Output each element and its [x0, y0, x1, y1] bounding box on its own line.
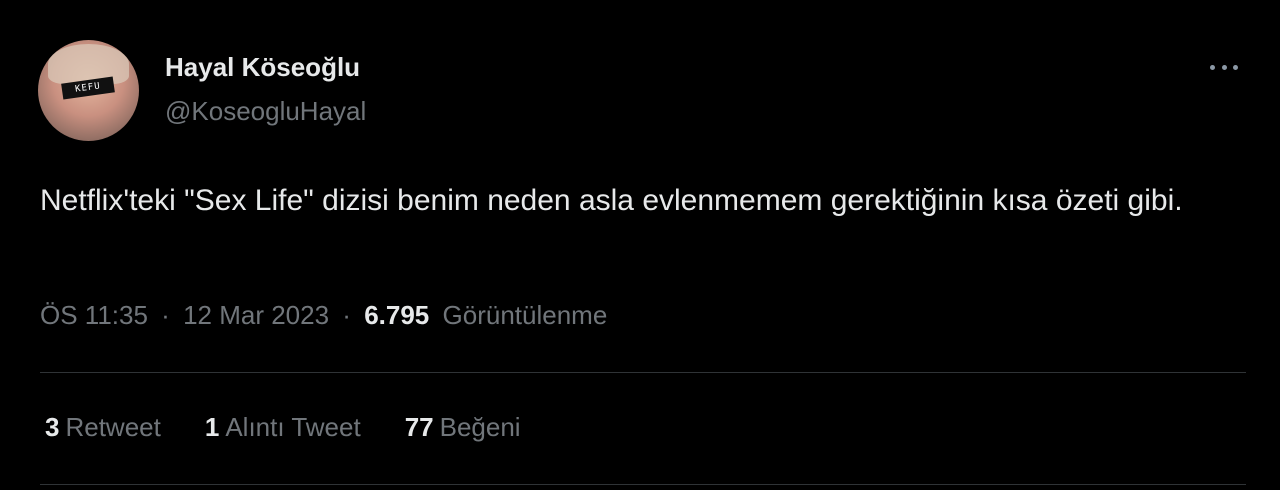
engagement-stats: 3 Retweet 1 Alıntı Tweet 77 Beğeni: [45, 412, 521, 443]
like-label: Beğeni: [439, 412, 521, 442]
quote-tweet-count: 1: [204, 412, 220, 442]
like-count: 77: [404, 412, 434, 442]
retweet-stat[interactable]: 3 Retweet: [45, 412, 161, 443]
meta-separator: ·: [161, 300, 170, 330]
tweet-text: Netflix'teki "Sex Life" dizisi benim ned…: [40, 184, 1183, 217]
like-stat[interactable]: 77 Beğeni: [405, 412, 521, 443]
dot: [1210, 64, 1215, 70]
quote-tweet-label: Alıntı Tweet: [225, 412, 361, 442]
views-label: Görüntülenme: [442, 300, 608, 330]
tweet-meta: ÖS 11:35 · 12 Mar 2023 · 6.795 Görüntüle…: [40, 300, 607, 331]
avatar-hair: [48, 44, 129, 84]
dot: [1221, 64, 1227, 70]
divider: [40, 372, 1246, 373]
display-name[interactable]: Hayal Köseoğlu: [165, 52, 360, 83]
dot: [1233, 64, 1238, 70]
divider: [40, 484, 1246, 485]
retweet-label: Retweet: [65, 412, 161, 442]
tweet-card: KEFU Hayal Köseoğlu @KoseogluHayal Netfl…: [0, 0, 1280, 490]
meta-separator: ·: [342, 300, 351, 330]
tweet-date[interactable]: 12 Mar 2023: [183, 300, 329, 330]
quote-tweet-stat[interactable]: 1 Alıntı Tweet: [205, 412, 361, 443]
retweet-count: 3: [45, 412, 60, 442]
views-count: 6.795: [364, 300, 430, 330]
user-handle[interactable]: @KoseogluHayal: [165, 96, 366, 127]
avatar[interactable]: KEFU: [38, 40, 139, 141]
more-options-icon[interactable]: [1206, 52, 1242, 82]
tweet-time[interactable]: ÖS 11:35: [40, 300, 148, 330]
